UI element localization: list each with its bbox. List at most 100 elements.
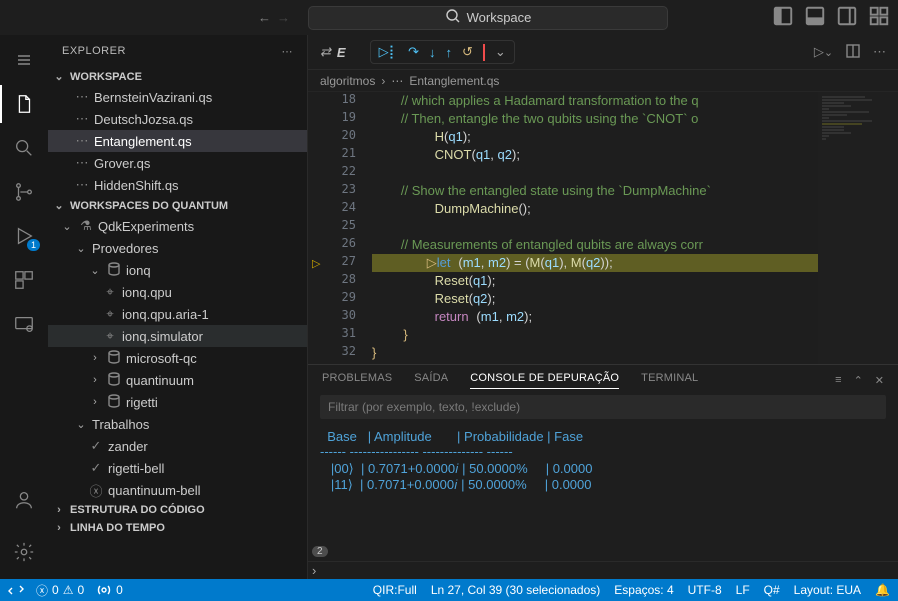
file-item[interactable]: ⋯Entanglement.qs [48, 130, 307, 152]
command-center[interactable]: Workspace [308, 6, 668, 30]
debug-console-output[interactable]: Base | Amplitude | Probabilidade | Fase … [308, 419, 898, 561]
lang-status[interactable]: Q# [764, 583, 780, 597]
quantum-section[interactable]: ⌄WORKSPACES DO QUANTUM [48, 196, 307, 215]
toolbar-chevron-icon[interactable]: ⌄ [495, 44, 506, 60]
forward-icon[interactable]: → [277, 10, 290, 25]
layout-status[interactable]: Layout: EUA [794, 583, 861, 597]
providers-node[interactable]: ⌄Provedores [48, 237, 307, 259]
provider-item[interactable]: ›quantinuum [48, 369, 307, 391]
breadcrumb-item[interactable]: algoritmos [320, 74, 375, 88]
database-icon [106, 261, 122, 280]
file-icon: ⋯ [391, 74, 403, 88]
target-icon: ⌖ [102, 328, 118, 344]
bottom-panel: PROBLEMAS SAÍDA CONSOLE DE DEPURAÇÃO TERMIN… [308, 364, 898, 579]
errors-status[interactable]: ⓧ 0 ⚠ 0 [36, 582, 84, 599]
eol-status[interactable]: LF [736, 583, 750, 597]
database-icon [106, 393, 122, 412]
section-label: LINHA DO TEMPO [70, 522, 165, 534]
quantum-workspace[interactable]: ⌄⚗QdkExperiments [48, 215, 307, 237]
panel-close-icon[interactable]: ✕ [875, 374, 884, 387]
chevron-right-icon: › [381, 74, 385, 88]
qir-status[interactable]: QIR:Full [373, 583, 417, 597]
file-item[interactable]: ⋯BernsteinVazirani.qs [48, 86, 307, 108]
layout-secondary-icon[interactable] [836, 5, 858, 30]
timeline-section[interactable]: ›LINHA DO TEMPO [48, 519, 307, 537]
ports-status[interactable]: 0 [96, 582, 123, 598]
cursor-status[interactable]: Ln 27, Col 39 (30 selecionados) [431, 583, 600, 597]
remote-indicator[interactable] [8, 582, 24, 598]
filter-placeholder: Filtrar (por exemplo, texto, !exclude) [328, 400, 520, 414]
activity-bar: 1 [0, 35, 48, 579]
job-item[interactable]: ✓zander [48, 435, 307, 457]
extensions-icon[interactable] [0, 261, 48, 299]
explorer-title: EXPLORER [62, 45, 126, 57]
step-out-icon[interactable]: ↑ [446, 45, 453, 60]
more-icon[interactable]: ⋯ [282, 45, 294, 58]
panel-maximize-icon[interactable]: ⌃ [854, 374, 863, 387]
search-label: Workspace [467, 10, 532, 25]
back-icon[interactable]: ← [258, 10, 271, 25]
spaces-status[interactable]: Espaços: 4 [614, 583, 673, 597]
provider-ionq[interactable]: ⌄ionq [48, 259, 307, 281]
code-text[interactable]: // which applies a Hadamard transformati… [372, 92, 818, 362]
layout-panel-icon[interactable] [804, 5, 826, 30]
restart-icon[interactable]: ↺ [462, 44, 473, 60]
remote-icon[interactable] [0, 305, 48, 343]
source-control-icon[interactable] [0, 173, 48, 211]
file-icon: ⋯ [74, 155, 90, 171]
layout-primary-icon[interactable] [772, 5, 794, 30]
step-over-icon[interactable]: ↷ [408, 44, 419, 60]
continue-icon[interactable]: ▷⡇ [379, 44, 399, 60]
codestruct-section[interactable]: ›ESTRUTURA DO CÓDIGO [48, 501, 307, 519]
editor-area: ⇄ E ▷⡇ ↷ ↓ ↑ ↺ ⌄ ▷⌄ ⋯ algoritmos › ⋯ Ent… [308, 35, 898, 579]
panel-tab[interactable]: CONSOLE DE DEPURAÇÃO [470, 372, 619, 389]
line-gutter[interactable]: 181920212223242526▷272829303132 [308, 92, 372, 362]
encoding-status[interactable]: UTF-8 [688, 583, 722, 597]
provider-item[interactable]: ›rigetti [48, 391, 307, 413]
breadcrumbs[interactable]: algoritmos › ⋯ Entanglement.qs [308, 70, 898, 92]
debug-filter-input[interactable]: Filtrar (por exemplo, texto, !exclude) [320, 395, 886, 419]
panel-tab[interactable]: SAÍDA [414, 372, 448, 388]
file-icon: ⋯ [74, 177, 90, 193]
repl-chevron-icon[interactable]: › [308, 561, 898, 579]
target-item[interactable]: ⌖ionq.qpu [48, 281, 307, 303]
job-item[interactable]: ⓧquantinuum-bell [48, 479, 307, 501]
provider-item[interactable]: ›microsoft-qc [48, 347, 307, 369]
account-icon[interactable] [0, 481, 48, 519]
search-tab-icon[interactable] [0, 129, 48, 167]
check-circle-icon: ✓ [88, 460, 104, 476]
debug-badge: 1 [27, 239, 40, 251]
target-item[interactable]: ⌖ionq.qpu.aria-1 [48, 303, 307, 325]
explorer-icon[interactable] [0, 85, 48, 123]
panel-settings-icon[interactable]: ≡ [835, 374, 841, 387]
run-dropdown-icon[interactable]: ▷⌄ [814, 44, 833, 60]
debug-icon[interactable]: 1 [0, 217, 48, 255]
panel-tab[interactable]: TERMINAL [641, 372, 698, 388]
editor-tab[interactable]: ⇄ E [308, 35, 358, 69]
step-into-icon[interactable]: ↓ [429, 45, 436, 60]
file-item[interactable]: ⋯DeutschJozsa.qs [48, 108, 307, 130]
workspace-section[interactable]: ⌄WORKSPACE [48, 67, 307, 86]
code-editor[interactable]: 181920212223242526▷272829303132 // which… [308, 92, 898, 364]
stop-icon[interactable] [483, 45, 485, 60]
settings-icon[interactable] [0, 533, 48, 571]
file-item[interactable]: ⋯HiddenShift.qs [48, 174, 307, 196]
chevrons-icon: ⇄ [320, 44, 331, 60]
split-editor-icon[interactable] [845, 43, 861, 62]
breadcrumb-item[interactable]: Entanglement.qs [409, 74, 499, 88]
job-item[interactable]: ✓rigetti-bell [48, 457, 307, 479]
tab-more-icon[interactable]: ⋯ [873, 44, 886, 60]
jobs-node[interactable]: ⌄Trabalhos [48, 413, 307, 435]
panel-tab[interactable]: PROBLEMAS [322, 372, 392, 388]
customize-layout-icon[interactable] [868, 5, 890, 30]
status-bar: ⓧ 0 ⚠ 0 0 QIR:Full Ln 27, Col 39 (30 sel… [0, 579, 898, 601]
bell-icon[interactable]: 🔔 [875, 583, 890, 597]
target-icon: ⌖ [102, 284, 118, 300]
file-icon: ⋯ [74, 111, 90, 127]
file-item[interactable]: ⋯Grover.qs [48, 152, 307, 174]
check-circle-icon: ✓ [88, 438, 104, 454]
minimap[interactable] [818, 92, 898, 364]
file-label: BernsteinVazirani.qs [94, 90, 212, 105]
menu-icon[interactable] [0, 41, 48, 79]
target-item[interactable]: ⌖ionq.simulator [48, 325, 307, 347]
